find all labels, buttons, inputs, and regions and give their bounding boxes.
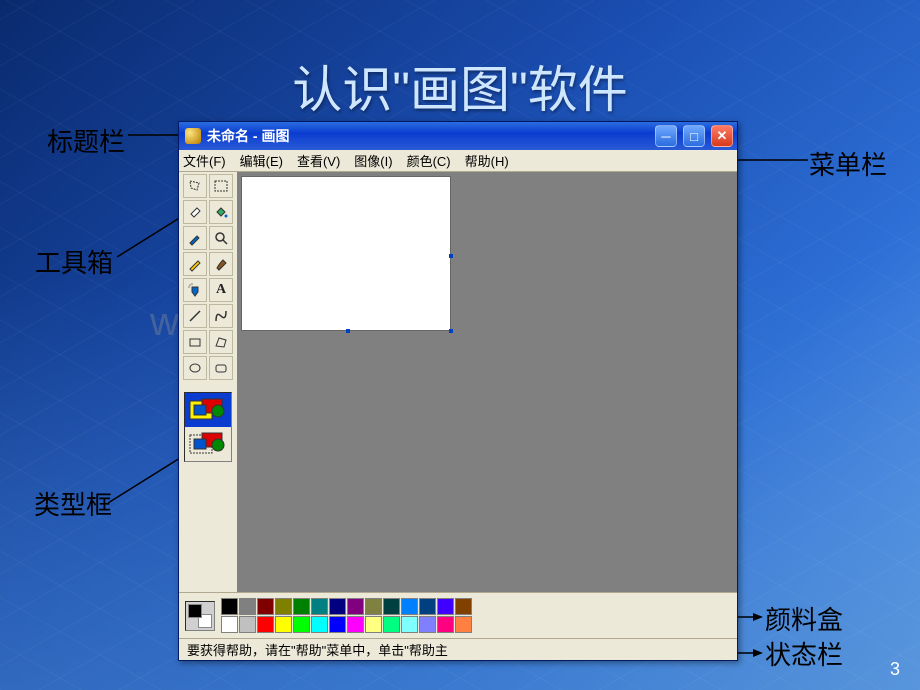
- color-swatch[interactable]: [293, 616, 310, 633]
- color-swatch[interactable]: [455, 598, 472, 615]
- callout-menu-bar: 菜单栏: [809, 145, 887, 182]
- tool-box: A: [179, 172, 237, 592]
- type-opaque[interactable]: [185, 393, 231, 427]
- color-swatch[interactable]: [311, 616, 328, 633]
- callout-type-box: 类型框: [34, 485, 112, 522]
- color-swatch[interactable]: [311, 598, 328, 615]
- foreground-color-swatch: [188, 604, 202, 618]
- color-swatch[interactable]: [419, 598, 436, 615]
- tool-ellipse[interactable]: [183, 356, 207, 380]
- color-swatch[interactable]: [419, 616, 436, 633]
- paint-window: 未命名 - 画图 ─ □ ✕ 文件(F) 编辑(E) 查看(V) 图像(I) 颜…: [178, 121, 738, 661]
- menu-edit[interactable]: 编辑(E): [240, 151, 283, 170]
- tool-text[interactable]: A: [209, 278, 233, 302]
- tool-rounded-rect[interactable]: [209, 356, 233, 380]
- tool-picker[interactable]: [183, 226, 207, 250]
- color-swatch[interactable]: [275, 598, 292, 615]
- tool-brush[interactable]: [209, 252, 233, 276]
- color-swatch[interactable]: [437, 598, 454, 615]
- resize-handle-corner[interactable]: [449, 329, 453, 333]
- close-button[interactable]: ✕: [711, 125, 733, 147]
- tool-fill[interactable]: [209, 200, 233, 224]
- arrow-menu-bar: [738, 157, 808, 163]
- window-title: 未命名 - 画图: [207, 126, 649, 146]
- resize-handle-right[interactable]: [449, 254, 453, 258]
- menu-color[interactable]: 颜色(C): [407, 151, 451, 170]
- color-swatch[interactable]: [221, 616, 238, 633]
- canvas[interactable]: [241, 176, 451, 331]
- color-swatch[interactable]: [293, 598, 310, 615]
- tool-polygon[interactable]: [209, 330, 233, 354]
- color-swatch[interactable]: [401, 598, 418, 615]
- color-swatch[interactable]: [455, 616, 472, 633]
- callout-status-bar: 状态栏: [765, 635, 843, 672]
- menu-view[interactable]: 查看(V): [297, 151, 340, 170]
- tool-airbrush[interactable]: [183, 278, 207, 302]
- tool-line[interactable]: [183, 304, 207, 328]
- fg-bg-indicator[interactable]: [185, 601, 215, 631]
- resize-handle-bottom[interactable]: [346, 329, 350, 333]
- tool-eraser[interactable]: [183, 200, 207, 224]
- minimize-button[interactable]: ─: [655, 125, 677, 147]
- color-box: [179, 592, 737, 638]
- work-area[interactable]: [237, 172, 737, 592]
- slide-title: 认识"画图"软件: [0, 50, 920, 122]
- color-swatch[interactable]: [347, 616, 364, 633]
- color-swatch[interactable]: [437, 616, 454, 633]
- color-swatch[interactable]: [383, 616, 400, 633]
- color-swatch[interactable]: [221, 598, 238, 615]
- workspace: A: [179, 172, 737, 592]
- menu-file[interactable]: 文件(F): [183, 151, 226, 170]
- tool-pencil[interactable]: [183, 252, 207, 276]
- color-swatch[interactable]: [275, 616, 292, 633]
- type-transparent[interactable]: [185, 427, 231, 461]
- color-swatch[interactable]: [239, 616, 256, 633]
- app-icon: [185, 128, 201, 144]
- color-swatch[interactable]: [257, 598, 274, 615]
- type-box: [184, 392, 232, 462]
- tool-curve[interactable]: [209, 304, 233, 328]
- menu-bar: 文件(F) 编辑(E) 查看(V) 图像(I) 颜色(C) 帮助(H): [179, 150, 737, 172]
- color-swatch[interactable]: [329, 616, 346, 633]
- status-bar: 要获得帮助，请在"帮助"菜单中，单击"帮助主: [179, 638, 737, 660]
- tool-rectangle[interactable]: [183, 330, 207, 354]
- tool-magnifier[interactable]: [209, 226, 233, 250]
- color-swatch[interactable]: [239, 598, 256, 615]
- color-swatch[interactable]: [329, 598, 346, 615]
- callout-color-box: 颜料盒: [765, 600, 843, 637]
- callout-title-bar: 标题栏: [47, 122, 125, 159]
- menu-image[interactable]: 图像(I): [354, 151, 392, 170]
- page-number: 3: [890, 659, 900, 680]
- callout-tool-box: 工具箱: [35, 243, 113, 280]
- color-palette: [221, 598, 472, 633]
- maximize-button[interactable]: □: [683, 125, 705, 147]
- menu-help[interactable]: 帮助(H): [465, 151, 509, 170]
- color-swatch[interactable]: [347, 598, 364, 615]
- color-swatch[interactable]: [257, 616, 274, 633]
- tool-free-select[interactable]: [183, 174, 207, 198]
- color-swatch[interactable]: [365, 598, 382, 615]
- color-swatch[interactable]: [365, 616, 382, 633]
- color-swatch[interactable]: [383, 598, 400, 615]
- color-swatch[interactable]: [401, 616, 418, 633]
- title-bar[interactable]: 未命名 - 画图 ─ □ ✕: [179, 122, 737, 150]
- tool-rect-select[interactable]: [209, 174, 233, 198]
